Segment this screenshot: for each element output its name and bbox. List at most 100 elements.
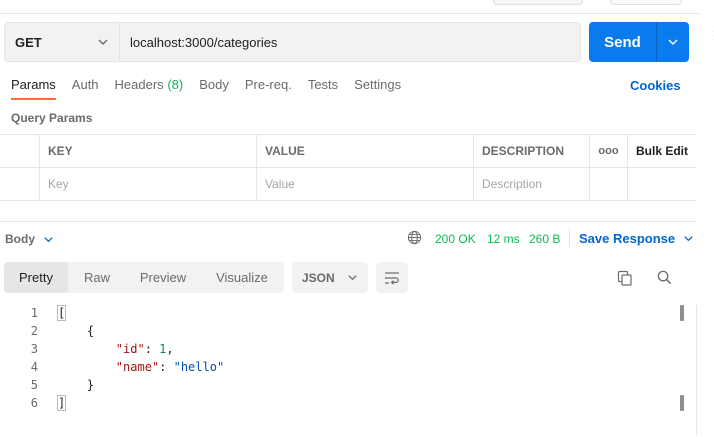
- send-button[interactable]: Send: [589, 22, 689, 62]
- code-text: "name": "hello": [38, 358, 224, 376]
- tab-label: Pre-req.: [244, 77, 292, 92]
- tab-headers[interactable]: Headers (8): [115, 76, 184, 100]
- divider: [0, 13, 700, 14]
- code-line: 3 "id": 1,: [0, 340, 680, 358]
- scrollbar-marker[interactable]: [680, 305, 684, 321]
- chevron-down-icon: [348, 275, 357, 281]
- code-line: 5 }: [0, 376, 680, 394]
- code-text: "id": 1,: [38, 340, 174, 358]
- headers-count: (8): [167, 77, 184, 92]
- chevron-down-icon: [684, 236, 693, 242]
- description-input[interactable]: Description: [474, 168, 590, 200]
- response-body-editor[interactable]: 1 [ 2 { 3 "id": 1, 4 "name": "hello" 5 }…: [0, 304, 680, 412]
- tab-auth[interactable]: Auth: [72, 76, 99, 100]
- line-number: 2: [30, 324, 38, 338]
- globe-icon[interactable]: [407, 230, 422, 245]
- send-label: Send: [604, 33, 641, 51]
- tab-params[interactable]: Params: [11, 76, 56, 100]
- column-header-description: DESCRIPTION: [474, 135, 590, 167]
- cookies-link[interactable]: Cookies: [630, 78, 681, 93]
- tab-pre-request[interactable]: Pre-req.: [245, 76, 292, 100]
- response-size[interactable]: 260 B: [529, 232, 560, 246]
- search-icon[interactable]: [656, 269, 673, 286]
- column-header-key: KEY: [40, 135, 257, 167]
- code-line: 4 "name": "hello": [0, 358, 680, 376]
- view-tab-pretty[interactable]: Pretty: [4, 262, 68, 293]
- line-number: 3: [30, 342, 38, 356]
- value-input[interactable]: Value: [257, 168, 474, 200]
- wrap-lines-button[interactable]: [376, 262, 408, 293]
- json-string-value: "hello": [173, 360, 225, 374]
- method-label: GET: [15, 34, 42, 50]
- copy-icon[interactable]: [616, 269, 634, 287]
- view-tab-visualize[interactable]: Visualize: [200, 262, 284, 293]
- view-tab-preview[interactable]: Preview: [126, 262, 200, 293]
- save-response-label: Save Response: [579, 231, 676, 246]
- scrollbar-marker[interactable]: [680, 395, 684, 411]
- params-table: KEY VALUE DESCRIPTION ooo Bulk Edit Key …: [0, 134, 696, 222]
- top-control-left[interactable]: [493, 0, 583, 5]
- view-tab-raw[interactable]: Raw: [68, 262, 126, 293]
- chevron-down-icon: [44, 236, 53, 242]
- bulk-edit-button[interactable]: Bulk Edit: [628, 135, 696, 167]
- line-number: 5: [30, 378, 38, 392]
- send-options-button[interactable]: [657, 36, 689, 48]
- checkbox-column: [0, 135, 40, 167]
- code-text: }: [58, 378, 95, 392]
- wrap-lines-icon: [385, 271, 399, 285]
- table-header-row: KEY VALUE DESCRIPTION ooo Bulk Edit: [0, 135, 696, 168]
- json-separator: :: [144, 342, 160, 356]
- chevron-down-icon: [668, 39, 678, 45]
- method-select[interactable]: GET: [5, 23, 120, 61]
- body-label: Body: [5, 232, 35, 246]
- tab-label: Auth: [71, 77, 99, 92]
- code-text: {: [58, 324, 95, 338]
- bracket: [: [56, 305, 67, 321]
- row-spacer: [590, 168, 628, 200]
- code-line: 2 {: [0, 322, 680, 340]
- json-separator: :: [159, 360, 174, 374]
- tab-label: Tests: [307, 77, 339, 92]
- request-bar: GET localhost:3000/categories: [4, 22, 581, 62]
- response-view-tabs: Pretty Raw Preview Visualize: [4, 262, 284, 293]
- query-params-title: Query Params: [11, 111, 93, 125]
- top-strip: [0, 0, 714, 14]
- format-label: JSON: [302, 270, 335, 285]
- request-tabs: Params Auth Headers (8) Body Pre-req. Te…: [11, 76, 417, 100]
- response-body-dropdown[interactable]: Body: [5, 232, 54, 246]
- tab-tests[interactable]: Tests: [308, 76, 338, 100]
- scrollbar-track[interactable]: [696, 305, 697, 435]
- line-number: 6: [30, 396, 38, 410]
- tab-label: Headers: [114, 77, 164, 92]
- url-input[interactable]: localhost:3000/categories: [120, 35, 277, 50]
- column-header-value: VALUE: [257, 135, 474, 167]
- tab-label: Params: [11, 77, 56, 92]
- json-comma: ,: [166, 342, 174, 356]
- table-row: Key Value Description: [0, 168, 696, 201]
- json-key: "id": [115, 342, 145, 356]
- top-control-right[interactable]: [610, 0, 682, 5]
- json-key: "name": [115, 360, 160, 374]
- tab-settings[interactable]: Settings: [354, 76, 401, 100]
- more-options-button[interactable]: ooo: [590, 135, 628, 167]
- key-input[interactable]: Key: [40, 168, 257, 200]
- table-footer: [0, 201, 696, 222]
- tab-body[interactable]: Body: [199, 76, 229, 100]
- response-time[interactable]: 12 ms: [487, 232, 520, 246]
- row-checkbox-cell: [0, 168, 40, 200]
- save-response-button[interactable]: Save Response: [579, 231, 694, 246]
- code-text: [: [38, 304, 67, 322]
- code-line: 1 [: [0, 304, 680, 322]
- format-select[interactable]: JSON: [292, 262, 368, 293]
- line-number: 4: [30, 360, 38, 374]
- row-spacer: [628, 168, 696, 200]
- line-number: 1: [30, 306, 38, 320]
- code-line: 6 ]: [0, 394, 680, 412]
- divider: [569, 229, 570, 247]
- tab-label: Body: [199, 77, 229, 92]
- more-icon: ooo: [598, 145, 619, 157]
- edge-glyph: ⋮: [709, 29, 714, 42]
- bracket: ]: [56, 395, 67, 411]
- status-badge[interactable]: 200 OK: [435, 232, 476, 246]
- chevron-down-icon: [98, 39, 108, 45]
